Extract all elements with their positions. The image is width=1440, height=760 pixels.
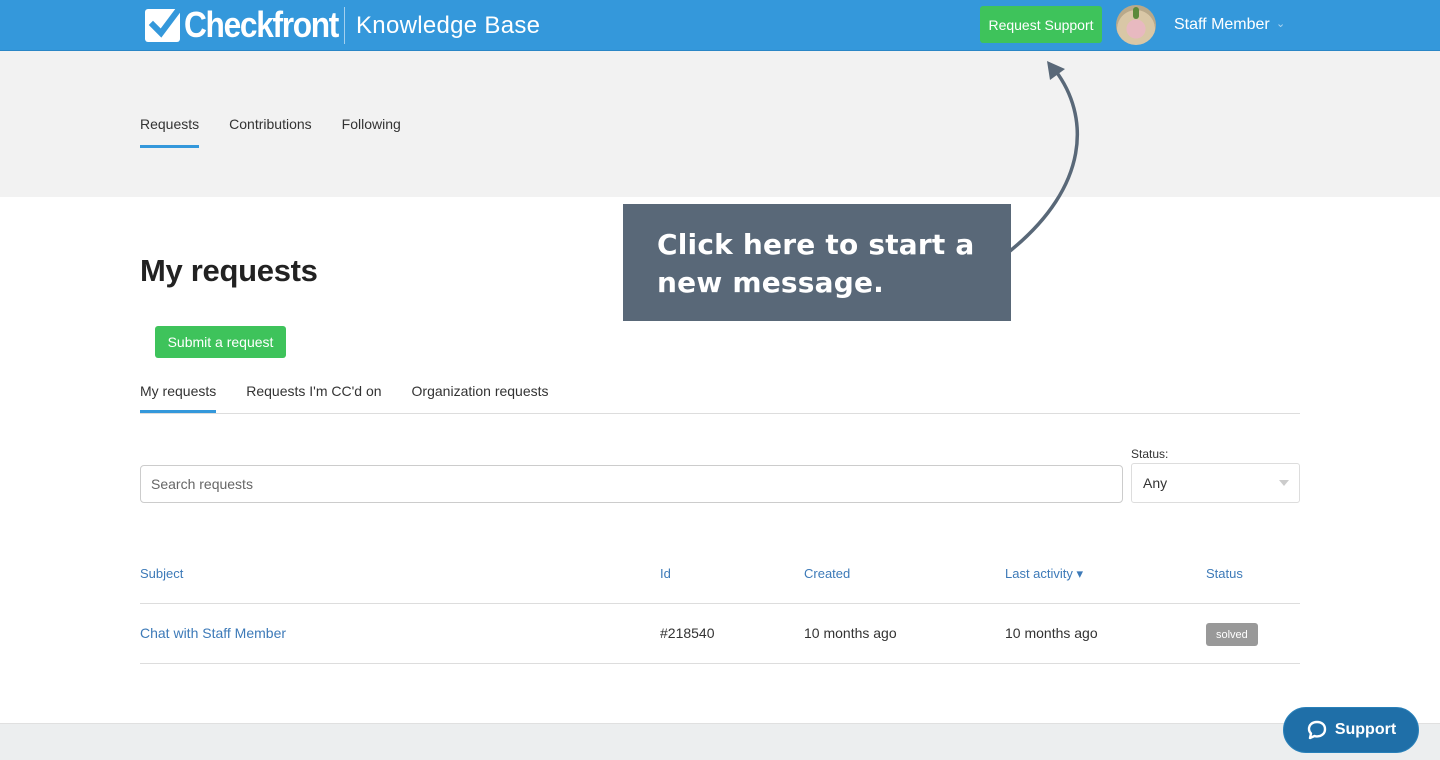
- column-header-created[interactable]: Created: [804, 566, 850, 581]
- column-header-last-activity[interactable]: Last activity ▾: [1005, 566, 1083, 582]
- request-created: 10 months ago: [804, 625, 897, 641]
- dropdown-caret-icon: [1279, 480, 1289, 486]
- header-divider: [344, 7, 345, 44]
- column-header-status[interactable]: Status: [1206, 566, 1243, 581]
- request-support-button[interactable]: Request Support: [980, 6, 1102, 43]
- top-navigation-bar: Checkfront Knowledge Base Request Suppor…: [0, 0, 1440, 51]
- callout-text-line-2: new message.: [657, 266, 885, 299]
- footer: [0, 723, 1440, 760]
- support-label: Support: [1334, 721, 1397, 738]
- search-requests-input[interactable]: [140, 465, 1123, 503]
- request-last-activity: 10 months ago: [1005, 625, 1098, 641]
- site-title[interactable]: Knowledge Base: [356, 12, 540, 40]
- logo-wordmark: Checkfront: [184, 4, 339, 45]
- tab-cc-requests[interactable]: Requests I'm CC'd on: [246, 383, 381, 413]
- submit-request-button[interactable]: Submit a request: [155, 326, 286, 358]
- request-id: #218540: [660, 625, 715, 641]
- request-subject-link[interactable]: Chat with Staff Member: [140, 625, 286, 641]
- table-row: Chat with Staff Member #218540 10 months…: [140, 604, 1300, 664]
- checkfront-logo[interactable]: Checkfront: [145, 4, 359, 45]
- profile-subnav: Requests Contributions Following: [140, 116, 401, 148]
- support-chat-button[interactable]: Support: [1283, 707, 1419, 753]
- page-title: My requests: [140, 253, 318, 288]
- annotation-callout: Click here to start a new message.: [623, 204, 1011, 321]
- checkmark-logo-icon: [145, 4, 181, 42]
- status-badge: solved: [1206, 623, 1258, 646]
- status-filter-select[interactable]: Any: [1131, 463, 1300, 503]
- tab-organization-requests[interactable]: Organization requests: [412, 383, 549, 413]
- subnav-contributions[interactable]: Contributions: [229, 116, 312, 148]
- user-avatar[interactable]: [1116, 5, 1156, 45]
- tab-my-requests[interactable]: My requests: [140, 383, 217, 413]
- callout-text-line-1: Click here to start a: [657, 228, 975, 261]
- user-menu-name[interactable]: Staff Member: [1174, 16, 1270, 34]
- chevron-down-icon[interactable]: ⌄: [1276, 17, 1285, 30]
- annotation-arrow-icon: [1008, 61, 1079, 253]
- request-tabs: My requests Requests I'm CC'd on Organiz…: [140, 383, 1300, 414]
- subnav-requests[interactable]: Requests: [140, 116, 200, 148]
- column-header-subject[interactable]: Subject: [140, 566, 183, 581]
- status-filter-label: Status:: [1131, 447, 1169, 461]
- subnav-following[interactable]: Following: [342, 116, 401, 148]
- status-filter-value: Any: [1143, 475, 1168, 491]
- table-header: Subject Id Created Last activity ▾ Statu…: [140, 557, 1300, 604]
- requests-table: Subject Id Created Last activity ▾ Statu…: [140, 557, 1300, 664]
- chat-bubble-icon: [1307, 720, 1327, 740]
- column-header-id[interactable]: Id: [660, 566, 671, 581]
